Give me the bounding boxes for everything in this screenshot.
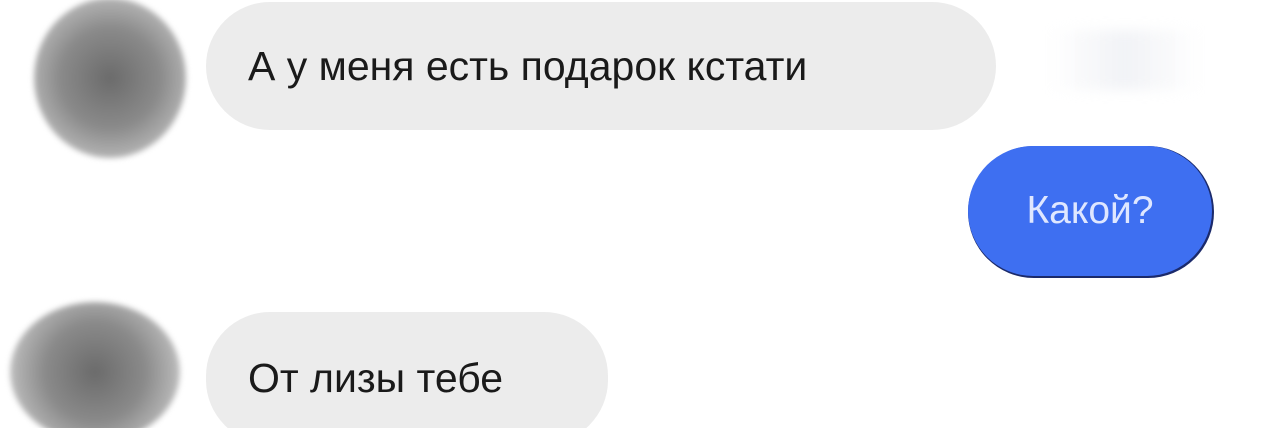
message-text: От лизы тебе	[248, 354, 504, 401]
message-text: Какой?	[1026, 189, 1154, 232]
message-text: А у меня есть подарок кстати	[248, 42, 808, 89]
incoming-message-bubble[interactable]: От лизы тебе	[206, 312, 608, 428]
contact-avatar[interactable]	[10, 302, 180, 428]
chat-thread: А у меня есть подарок кстати Какой? От л…	[0, 0, 1284, 428]
outgoing-message-bubble[interactable]: Какой?	[968, 146, 1212, 276]
faded-background-artifact	[1050, 30, 1200, 90]
incoming-message-bubble[interactable]: А у меня есть подарок кстати	[206, 2, 996, 130]
contact-avatar[interactable]	[34, 0, 186, 158]
